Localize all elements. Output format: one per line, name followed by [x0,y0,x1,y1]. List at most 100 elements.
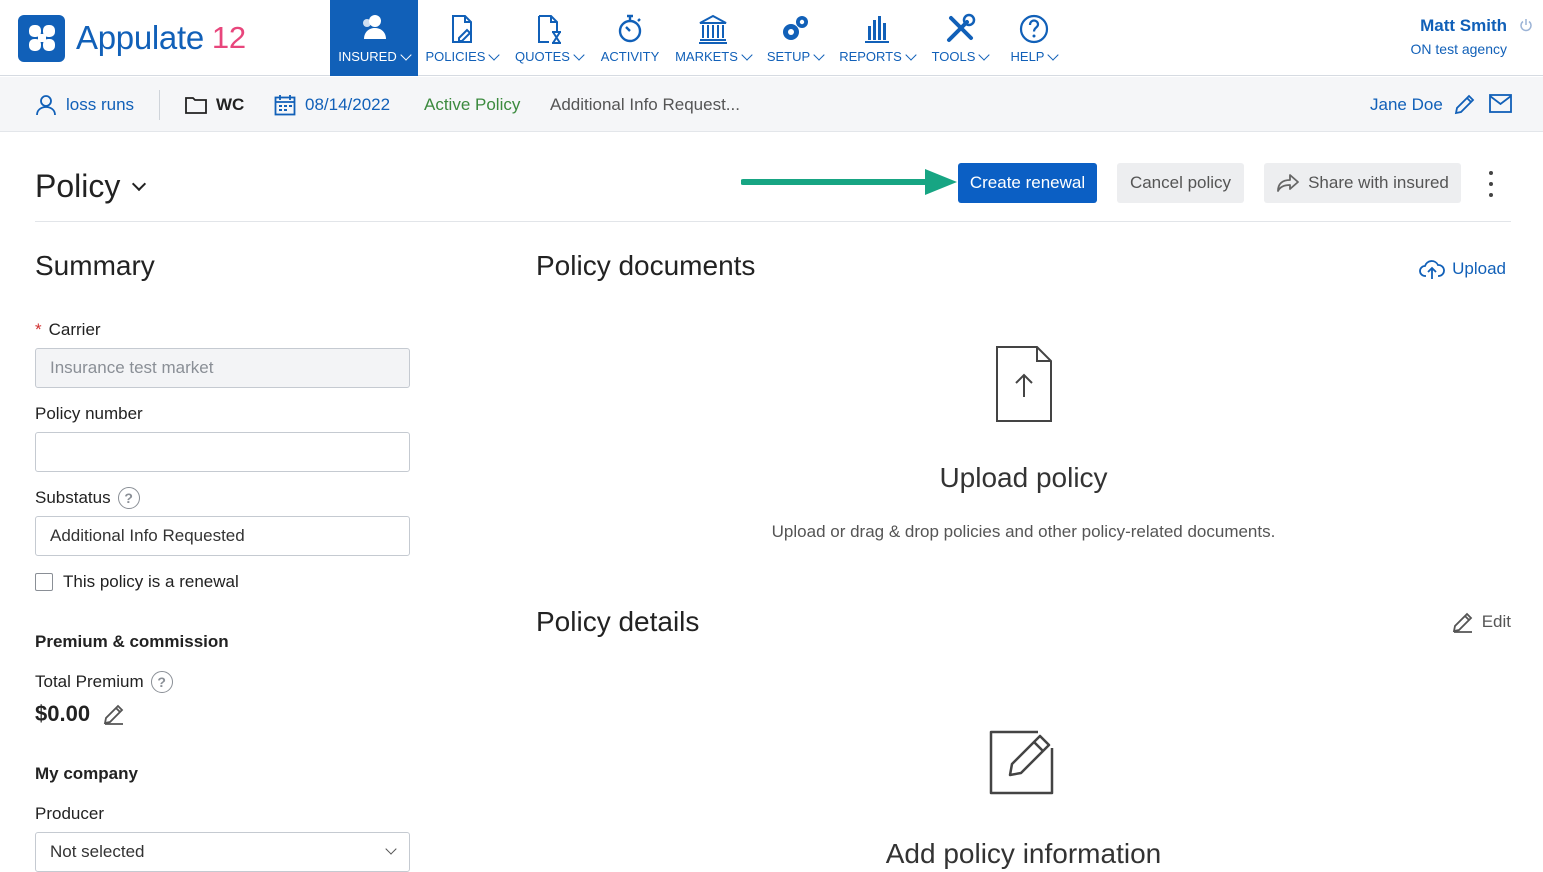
app-name: Appulate [76,19,204,56]
nav-reports-label: REPORTS [839,49,902,64]
nav-help[interactable]: HELP [998,0,1070,76]
policy-number-field[interactable] [35,432,410,472]
clover-logo-icon [18,14,65,62]
policy-documents-heading: Policy documents [536,250,756,281]
calendar-icon [274,94,296,115]
nav-policies[interactable]: POLICIES [418,0,506,76]
summary-panel: Summary * Carrier Insurance test market P… [35,250,410,872]
nav-tools-label: TOOLS [931,49,976,64]
page-header: Policy Create renewal Cancel policy Shar… [35,162,1511,222]
renewal-checkbox[interactable] [35,573,53,591]
pencil-icon[interactable] [102,702,126,726]
nav-help-label: HELP [1010,49,1045,64]
carrier-field: Insurance test market [35,348,410,388]
folder-icon [185,96,207,114]
share-with-insured-button[interactable]: Share with insured [1264,163,1461,203]
total-premium-row: $0.00 [35,701,126,727]
stopwatch-icon [618,14,642,43]
insured-icon [363,15,386,39]
nav-policies-label: POLICIES [425,49,486,64]
page-title-dropdown[interactable]: Policy [35,168,147,205]
upload-policy-heading: Upload policy [939,462,1108,493]
nav-setup-label: SETUP [766,49,811,64]
bank-icon [699,14,727,44]
nav-reports[interactable]: REPORTS [832,0,922,76]
pencil-icon[interactable] [1453,92,1477,116]
quote-hourglass-icon [538,15,561,44]
insured-link[interactable]: loss runs [35,77,134,132]
chevron-down-icon [132,176,147,191]
chevron-down-icon [1047,48,1060,61]
chevron-down-icon [905,48,917,61]
agency-name: ON test agency [1410,41,1508,57]
gears-icon [783,16,808,40]
upload-link-label: Upload [1452,259,1506,278]
nav-setup[interactable]: SETUP [758,0,832,76]
summary-heading: Summary [35,250,155,281]
nav-insured-label: INSURED [338,49,397,64]
policy-date[interactable]: 08/14/2022 [274,77,390,132]
nav-quotes[interactable]: QUOTES [506,0,592,76]
policy-main-panel: Policy documents Upload Upload policy Up… [536,250,1511,869]
producer-select[interactable]: Not selected [35,832,410,872]
cancel-policy-button[interactable]: Cancel policy [1117,163,1244,203]
assignee-link[interactable]: Jane Doe [1370,77,1443,132]
line-of-business[interactable]: WC [185,77,244,132]
more-options-icon[interactable] [1487,171,1495,197]
nav-insured[interactable]: INSURED [330,0,418,76]
nav-markets[interactable]: MARKETS [668,0,758,76]
user-name[interactable]: Matt Smith [1411,16,1507,36]
carrier-label: * Carrier [35,320,101,340]
upload-link[interactable]: Upload [1419,258,1506,280]
insured-name: loss runs [66,94,135,114]
insured-context-bar: loss runs WC 08/14/2022 Active Policy Ad… [0,77,1543,132]
nav-tools[interactable]: TOOLS [922,0,998,76]
add-policy-info-heading: Add policy information [885,838,1162,869]
substatus-label-text: Substatus [35,488,111,507]
share-label: Share with insured [1308,173,1449,192]
bar-chart-icon [865,16,889,43]
create-renewal-button[interactable]: Create renewal [958,163,1097,203]
nav-markets-label: MARKETS [675,49,738,64]
edit-link[interactable]: Edit [1451,610,1511,634]
line-of-business-label: WC [216,94,245,114]
total-premium-label: Total Premium ? [35,671,173,693]
chevron-down-icon [978,48,991,61]
policy-number-label: Policy number [35,404,143,423]
file-upload-icon[interactable] [995,345,1053,423]
user-menu[interactable]: Matt Smith ON test agency [1411,16,1508,57]
power-icon[interactable] [1519,18,1533,32]
producer-label: Producer [35,804,104,823]
cloud-upload-icon [1419,260,1446,279]
renewal-checkbox-row[interactable]: This policy is a renewal [35,572,239,592]
policy-status: Active Policy [424,94,521,114]
upload-hint: Upload or drag & drop policies and other… [771,522,1276,541]
substatus-field[interactable]: Additional Info Requested [35,516,410,556]
chevron-down-icon [400,48,412,61]
tools-icon [947,13,976,42]
nav-activity[interactable]: ACTIVITY [592,0,668,76]
nav-quotes-label: QUOTES [515,49,570,64]
policy-document-icon [452,15,472,43]
app-logo[interactable]: Appulate 12 [18,14,246,62]
policy-date-label: 08/14/2022 [305,94,391,114]
my-company-heading: My company [35,764,138,783]
policy-substatus: Additional Info Request... [550,94,740,114]
question-circle-icon [1019,14,1049,44]
user-icon [36,94,56,115]
chevron-down-icon [813,48,825,61]
help-icon[interactable]: ? [150,671,173,693]
pencil-icon [1452,612,1472,633]
carrier-label-text: Carrier [48,320,101,339]
help-icon[interactable]: ? [117,487,140,509]
chevron-down-icon [741,48,753,61]
chevron-down-icon [573,48,585,61]
envelope-icon[interactable] [1489,94,1512,113]
premium-commission-heading: Premium & commission [35,632,229,651]
required-marker: * [35,320,42,339]
chevron-down-icon [385,843,397,855]
divider [159,90,160,120]
nav-activity-label: ACTIVITY [600,49,660,64]
renewal-checkbox-label: This policy is a renewal [63,572,239,591]
main-menu: INSURED POLICIES QUOTES ACTIVITY MARKETS… [330,0,1070,76]
